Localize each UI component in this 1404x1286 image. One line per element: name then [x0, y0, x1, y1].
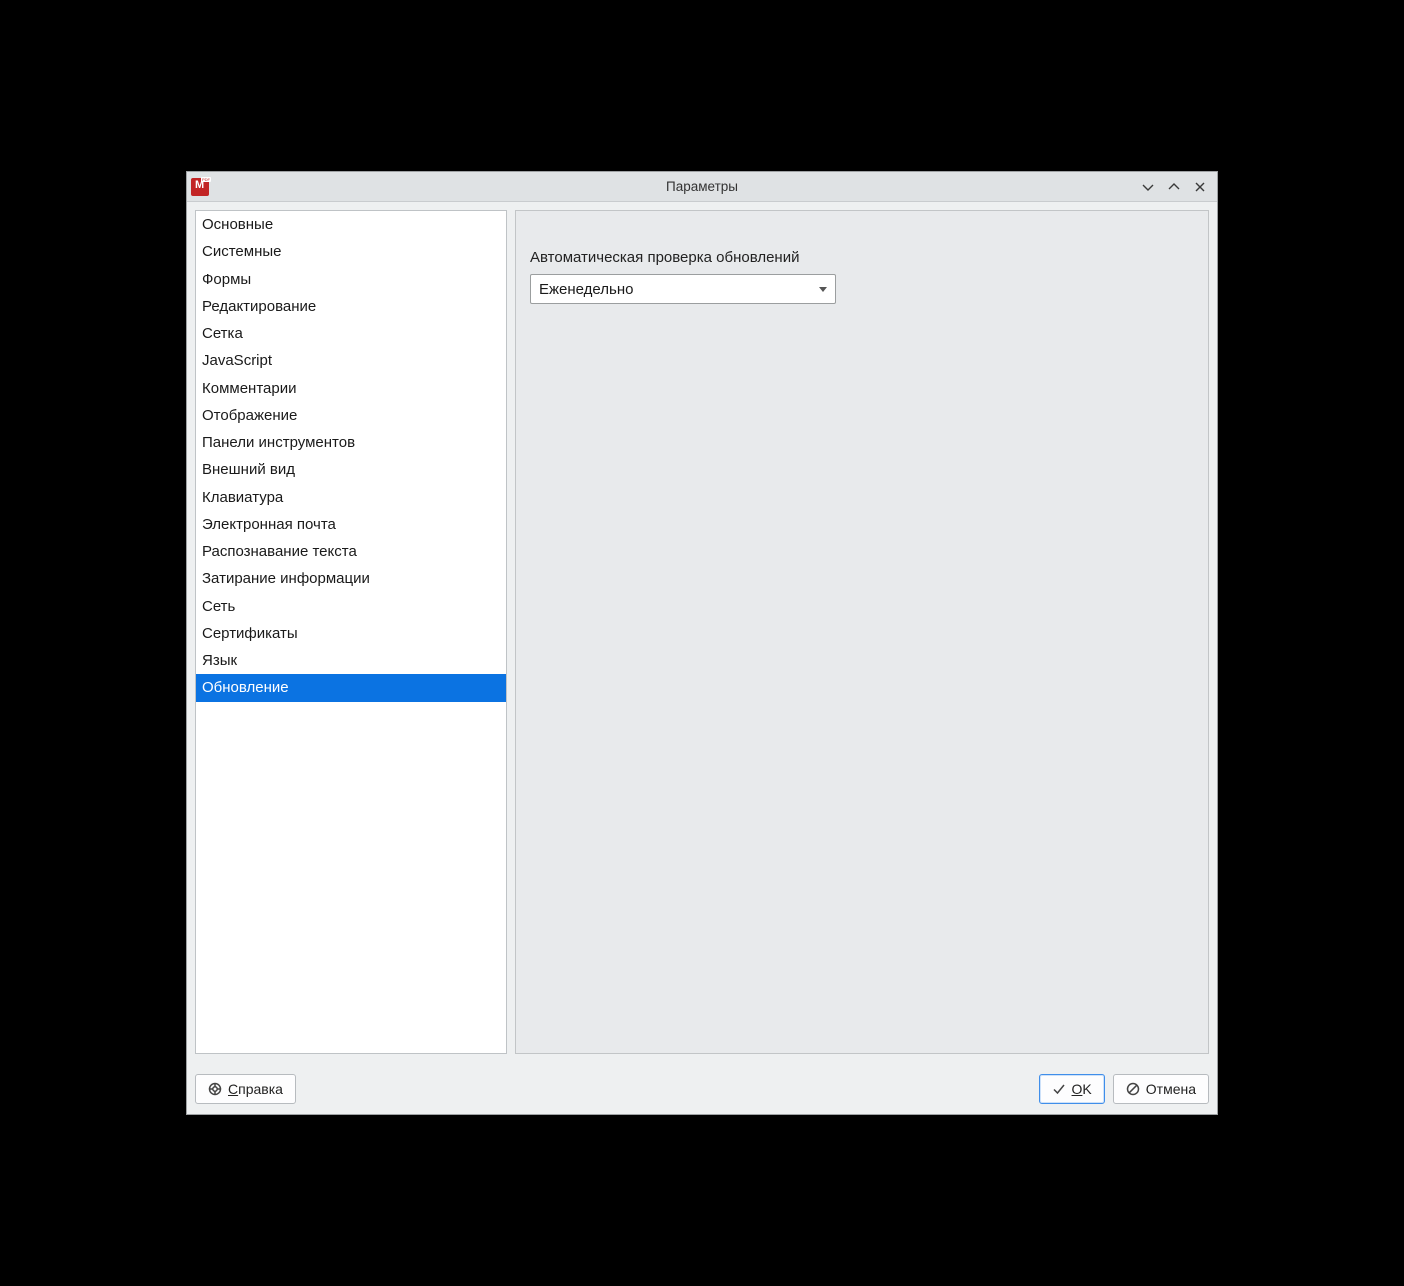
- sidebar-item-grid[interactable]: Сетка: [196, 320, 506, 347]
- check-icon: [1052, 1082, 1066, 1096]
- cancel-button[interactable]: Отмена: [1113, 1074, 1209, 1104]
- content-area: Основные Системные Формы Редактирование …: [187, 202, 1217, 1062]
- button-row: Справка OK Отмена: [187, 1062, 1217, 1114]
- sidebar-item-general[interactable]: Основные: [196, 211, 506, 238]
- sidebar-item-editing[interactable]: Редактирование: [196, 293, 506, 320]
- ok-button-label: OK: [1072, 1081, 1092, 1097]
- titlebar: Параметры: [187, 172, 1217, 202]
- sidebar-item-toolbars[interactable]: Панели инструментов: [196, 429, 506, 456]
- dropdown-arrow-icon: [819, 287, 827, 292]
- minimize-button[interactable]: [1139, 178, 1157, 196]
- chevron-down-icon: [1141, 180, 1155, 194]
- sidebar-item-javascript[interactable]: JavaScript: [196, 347, 506, 374]
- maximize-button[interactable]: [1165, 178, 1183, 196]
- help-button-label: Справка: [228, 1081, 283, 1097]
- update-frequency-value: Еженедельно: [539, 281, 633, 298]
- sidebar-item-comments[interactable]: Комментарии: [196, 375, 506, 402]
- help-button[interactable]: Справка: [195, 1074, 296, 1104]
- dialog-window: Параметры Основные Системные Формы Редак…: [186, 171, 1218, 1115]
- ok-button[interactable]: OK: [1039, 1074, 1105, 1104]
- sidebar-item-certificates[interactable]: Сертификаты: [196, 620, 506, 647]
- sidebar-item-keyboard[interactable]: Клавиатура: [196, 484, 506, 511]
- sidebar-item-email[interactable]: Электронная почта: [196, 511, 506, 538]
- sidebar-item-forms[interactable]: Формы: [196, 266, 506, 293]
- sidebar-item-ocr[interactable]: Распознавание текста: [196, 538, 506, 565]
- app-icon: [191, 178, 209, 196]
- cancel-button-label: Отмена: [1146, 1081, 1196, 1097]
- sidebar-item-language[interactable]: Язык: [196, 647, 506, 674]
- cancel-icon: [1126, 1082, 1140, 1096]
- sidebar-item-appearance[interactable]: Внешний вид: [196, 456, 506, 483]
- window-title: Параметры: [666, 179, 738, 194]
- settings-sidebar: Основные Системные Формы Редактирование …: [195, 210, 507, 1054]
- sidebar-item-redaction[interactable]: Затирание информации: [196, 565, 506, 592]
- content-panel: Автоматическая проверка обновлений Ежене…: [515, 210, 1209, 1054]
- sidebar-item-updates[interactable]: Обновление: [196, 674, 506, 701]
- titlebar-controls: [1139, 178, 1209, 196]
- update-check-label: Автоматическая проверка обновлений: [530, 249, 1194, 266]
- update-frequency-combo[interactable]: Еженедельно: [530, 274, 836, 304]
- sidebar-item-display[interactable]: Отображение: [196, 402, 506, 429]
- chevron-up-icon: [1167, 180, 1181, 194]
- close-icon: [1193, 180, 1207, 194]
- help-icon: [208, 1082, 222, 1096]
- settings-box: Автоматическая проверка обновлений Ежене…: [515, 210, 1209, 1054]
- sidebar-item-network[interactable]: Сеть: [196, 593, 506, 620]
- close-button[interactable]: [1191, 178, 1209, 196]
- sidebar-item-system[interactable]: Системные: [196, 238, 506, 265]
